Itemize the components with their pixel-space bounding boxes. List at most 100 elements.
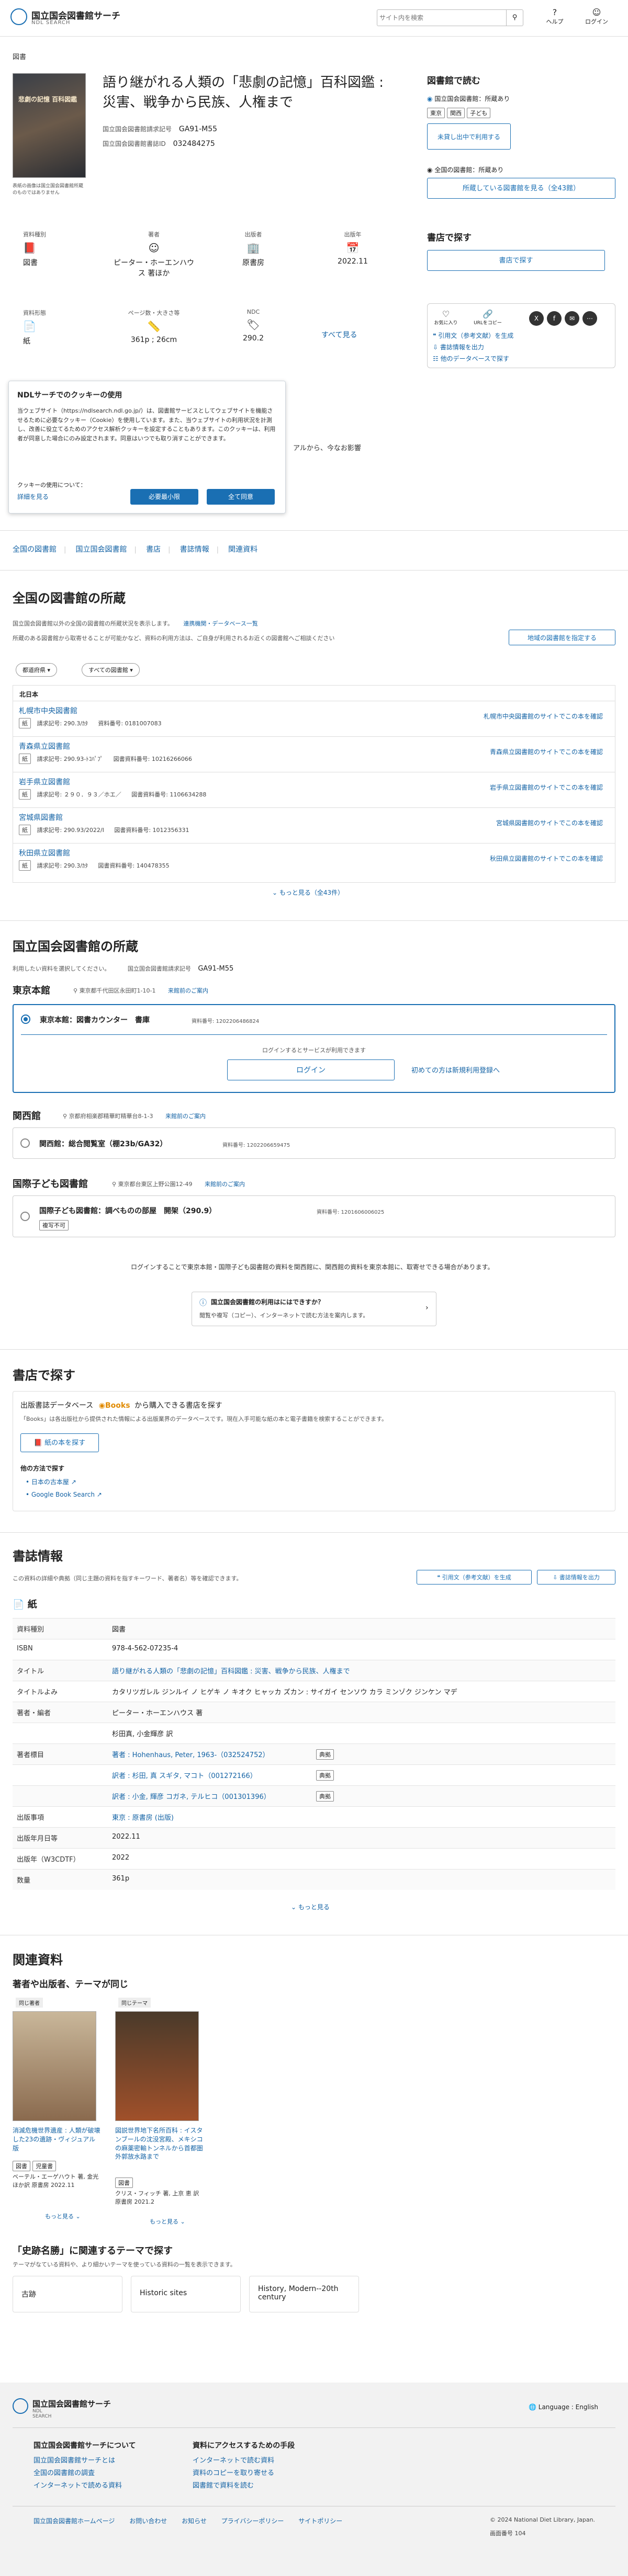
kodomo-guide-link[interactable]: 来館前のご案内 — [205, 1181, 245, 1188]
kansai-radio[interactable] — [20, 1138, 30, 1148]
footer-link[interactable]: 図書館で資料を読む — [193, 2480, 254, 2490]
tokyo-register-button[interactable]: 初めての方は新規利用登録へ — [411, 1065, 500, 1075]
copy-url-button[interactable]: 🔗 URLをコピー — [469, 309, 506, 326]
bib-key: ISBN — [17, 1645, 33, 1652]
tab-related[interactable]: 関連資料 — [228, 545, 257, 554]
related-item[interactable]: 消滅危機世界遺産 : 人類が破壊した23の遺跡・ヴィジュアル版 図書 児童書 ベ… — [13, 2011, 102, 2189]
library-name[interactable]: 秋田県立図書館 — [19, 848, 70, 858]
tokyo-guide-link[interactable]: 来館前のご案内 — [168, 987, 208, 994]
cookie-detail-link[interactable]: 詳細を見る — [17, 492, 49, 501]
footer-link[interactable]: インターネットで読める資料 — [33, 2480, 122, 2490]
tab-national[interactable]: 全国の図書館 — [13, 545, 57, 554]
language-switch[interactable]: 🌐 Language : English — [529, 2403, 598, 2411]
more-share-button[interactable]: ⋯ — [582, 311, 597, 326]
authority-tag[interactable]: 典拠 — [316, 1749, 334, 1760]
local-library-button[interactable]: 地域の図書館を指定する — [509, 630, 615, 645]
related-more-1[interactable]: もっと見る ⌄ — [45, 2212, 81, 2220]
more-libraries-link[interactable]: ⌄ もっと見る（全43件） — [272, 888, 344, 897]
kodomo-radio[interactable] — [20, 1212, 30, 1221]
footer-bottom-link[interactable]: プライバシーポリシー — [221, 2517, 284, 2525]
use-unavailable-button[interactable]: 未貸し出中で利用する — [427, 123, 511, 150]
related-more-2[interactable]: もっと見る ⌄ — [150, 2217, 185, 2226]
tag-kansai: 関西 — [447, 108, 465, 118]
cookie-required-button[interactable]: 必要最小限 — [130, 489, 198, 505]
library-name[interactable]: 青森県立図書館 — [19, 741, 70, 751]
kosho-link[interactable]: • 日本の古本屋 ↗ — [26, 1477, 76, 1486]
footer-link[interactable]: 国立国会図書館サーチとは — [33, 2455, 115, 2465]
help-button[interactable]: ? ヘルプ — [539, 7, 570, 30]
cookie-banner: NDLサーチでのクッキーの使用 当ウェブサイト（https://ndlsearc… — [8, 381, 286, 514]
meta-label: 出版年 — [344, 231, 362, 238]
related-title-link[interactable]: 図説世界地下名所百科 : イスタンブールの沈没宮殿、メキシコの麻薬密輸トンネルか… — [115, 2126, 204, 2161]
library-site-link[interactable]: 岩手県立図書館のサイトでこの本を確認 — [490, 783, 603, 792]
footer-link[interactable]: 全国の図書館の調査 — [33, 2467, 95, 2477]
footer-bottom-link[interactable]: お知らせ — [182, 2517, 207, 2525]
bib-cite-button[interactable]: ❝ 引用文（参考文献）を生成 — [417, 1570, 532, 1585]
library-site-link[interactable]: 秋田県立図書館のサイトでこの本を確認 — [490, 854, 603, 863]
meta-value: 361p ; 26cm — [130, 336, 177, 344]
ndl-promo[interactable]: ⓘ 国立国会図書館の利用はにはできすか？ 閲覧や複写（コピー）、インターネットで… — [192, 1292, 436, 1326]
item-number: 資料番号: 0181007083 — [98, 720, 162, 727]
cookie-accept-button[interactable]: 全て同意 — [207, 489, 275, 505]
theme-card[interactable]: History, Modern--20th century — [249, 2276, 359, 2312]
search-button[interactable]: ⚲ — [506, 10, 523, 26]
kodomo-address-text: 東京都台東区上野公園12-49 — [118, 1181, 193, 1188]
login-button[interactable]: ☺ ログイン — [581, 7, 612, 30]
authority-tag[interactable]: 典拠 — [316, 1791, 334, 1802]
library-site-link[interactable]: 札幌市中央図書館のサイトでこの本を確認 — [484, 712, 603, 721]
library-type-filter[interactable]: すべての図書館 ▾ — [82, 663, 140, 677]
other-db-link[interactable]: ☷ 他のデータベースで探す — [433, 354, 509, 363]
bib-export-button[interactable]: ⇩ 書誌情報を出力 — [537, 1570, 615, 1585]
ndl-call-label: 国立国会図書館請求記号 — [127, 965, 191, 972]
x-share-button[interactable]: X — [529, 311, 544, 326]
tab-bookstore[interactable]: 書店 — [146, 545, 161, 554]
library-site-link[interactable]: 青森県立図書館のサイトでこの本を確認 — [490, 747, 603, 756]
meta-item: 出版者 🏢 原書房 — [211, 230, 295, 268]
prefecture-filter[interactable]: 都道府県 ▾ — [16, 663, 58, 677]
related-title-link[interactable]: 消滅危機世界遺産 : 人類が破壊した23の遺跡・ヴィジュアル版 — [13, 2126, 102, 2152]
cover-image-label: 悲劇の記憶 百科図鑑 — [18, 96, 77, 103]
search-input[interactable] — [379, 12, 501, 24]
footer-bottom-link[interactable]: サイトポリシー — [298, 2517, 342, 2525]
tab-ndl[interactable]: 国立国会図書館 — [76, 545, 127, 554]
mail-share-button[interactable]: ✉ — [565, 311, 579, 326]
tabs-divider-top — [0, 530, 628, 531]
tab-bib[interactable]: 書誌情報 — [180, 545, 209, 554]
theme-card[interactable]: Historic sites — [131, 2276, 241, 2312]
meta-label: 著者 — [148, 231, 160, 238]
region-header: 北日本 — [19, 691, 39, 698]
footer-link[interactable]: 資料のコピーを取り寄せる — [193, 2467, 274, 2477]
holdings-button[interactable]: 所蔵している図書館を見る（全43館） — [427, 178, 615, 199]
bib-row: 著者標目 著者 : Hohenhaus, Peter, 1963-（0325247… — [13, 1743, 615, 1764]
footer-bottom-link[interactable]: 国立国会図書館ホームページ — [33, 2517, 115, 2525]
export-link[interactable]: ⇩ 書誌情報を出力 — [433, 343, 484, 351]
help-icon: ? — [552, 7, 557, 17]
footer-link[interactable]: インターネットで読む資料 — [193, 2455, 274, 2465]
kansai-guide-link[interactable]: 来館前のご案内 — [165, 1113, 206, 1120]
favorite-button[interactable]: ♡ お気に入り — [433, 309, 459, 326]
library-name[interactable]: 札幌市中央図書館 — [19, 705, 77, 716]
show-all-link[interactable]: すべて見る — [321, 329, 357, 340]
bib-value: 361p — [112, 1875, 130, 1883]
tokyo-title: 東京本館 — [13, 985, 50, 996]
cite-link[interactable]: ❝ 引用文（参考文献）を生成 — [433, 331, 513, 340]
authority-tag[interactable]: 典拠 — [316, 1770, 334, 1781]
bookstore-button[interactable]: 書店で探す — [427, 250, 605, 271]
google-books-link[interactable]: • Google Book Search ↗ — [26, 1491, 102, 1498]
paper-book-button[interactable]: 📕 紙の本を探す — [20, 1433, 99, 1452]
partners-link[interactable]: 連携機関・データベース一覧 — [183, 620, 257, 627]
bib-more-link[interactable]: ⌄ もっと見る — [291, 1902, 330, 1911]
library-name[interactable]: 宮城県図書館 — [19, 812, 63, 823]
related-item[interactable]: 図説世界地下名所百科 : イスタンブールの沈没宮殿、メキシコの麻薬密輸トンネルか… — [115, 2011, 204, 2188]
facebook-share-button[interactable]: f — [547, 311, 562, 326]
tokyo-login-button[interactable]: ログイン — [227, 1059, 395, 1080]
library-site-link[interactable]: 宮城県図書館のサイトでこの本を確認 — [496, 818, 603, 827]
footer-bottom-link[interactable]: お問い合わせ — [129, 2517, 167, 2525]
pin-icon: ⚲ — [63, 1113, 69, 1120]
library-meta: 紙 請求記号: 290.93/2022/I 図書資料番号: 1012356331 — [19, 825, 189, 835]
library-meta: 紙 請求記号: 290.3/ｶﾀ 資料番号: 0181007083 — [19, 718, 162, 728]
theme-card[interactable]: 古跡 — [13, 2276, 122, 2312]
tokyo-radio[interactable] — [21, 1015, 30, 1024]
library-name[interactable]: 岩手県立図書館 — [19, 777, 70, 787]
logo[interactable]: 国立国会図書館サーチ NDL SEARCH — [10, 7, 147, 28]
